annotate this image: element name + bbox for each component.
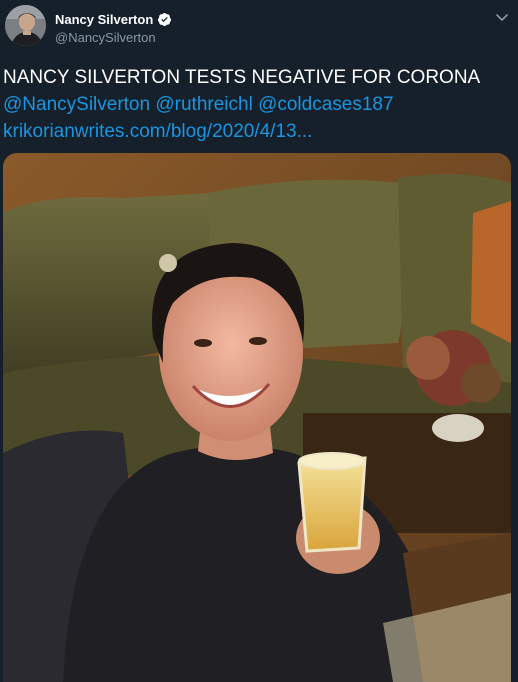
tweet-photo[interactable]: [3, 153, 511, 682]
display-name[interactable]: Nancy Silverton: [55, 12, 153, 27]
chevron-down-icon[interactable]: [495, 10, 509, 24]
tweet-link-line: krikorianwrites.com/blog/2020/4/13...: [3, 120, 312, 144]
external-link[interactable]: krikorianwrites.com/blog/2020/4/13...: [3, 121, 312, 142]
tweet-mentions: @NancySilverton @ruthreichl @coldcases18…: [3, 93, 394, 117]
mention-link-coldcases187[interactable]: @coldcases187: [258, 94, 393, 115]
tweet[interactable]: Nancy Silverton @NancySilverton NANCY SI…: [0, 0, 518, 682]
mention-link-ruthreichl[interactable]: @ruthreichl: [155, 94, 252, 115]
avatar[interactable]: [5, 5, 46, 46]
verified-badge-icon: [158, 12, 172, 27]
mention-link-nancysilverton[interactable]: @NancySilverton: [3, 94, 150, 115]
author-row: Nancy Silverton: [55, 12, 172, 27]
handle[interactable]: @NancySilverton: [55, 30, 156, 45]
tweet-text: NANCY SILVERTON TESTS NEGATIVE FOR CORON…: [3, 67, 481, 88]
